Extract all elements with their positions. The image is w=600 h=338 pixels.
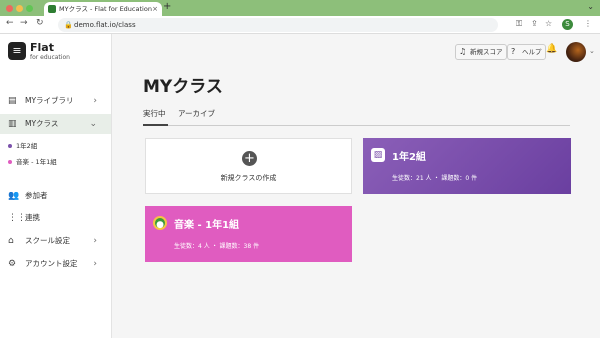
tab-divider	[143, 125, 570, 126]
class-stats: 生徒数：21 人 ・ 課題数：0 件	[392, 175, 478, 182]
help-button[interactable]: ? ヘルプ	[507, 44, 546, 60]
browser-tabstrip: MYクラス - Flat for Education × + ⌄	[0, 0, 600, 16]
browser-menu-icon[interactable]: ⋮	[584, 19, 592, 28]
class-avatar-icon: ▨	[371, 148, 385, 162]
forward-button[interactable]: →	[20, 18, 28, 28]
back-button[interactable]: ←	[6, 18, 14, 28]
bell-icon[interactable]: 🔔	[546, 44, 557, 54]
bookmark-star-icon[interactable]: ☆	[545, 19, 552, 28]
chevron-right-icon: ›	[93, 96, 97, 106]
brand-name[interactable]: Flat	[30, 41, 54, 54]
key-icon[interactable]: ⚿	[516, 19, 522, 29]
new-class-label: 新規クラスの作成	[220, 174, 277, 182]
chevron-down-icon: ⌄	[89, 119, 97, 129]
sidebar-item-label: スクール設定	[25, 236, 70, 245]
subitem-label: 1年2組	[16, 142, 38, 150]
help-label: ヘルプ	[522, 48, 542, 56]
chevron-right-icon: ›	[93, 236, 97, 246]
class-avatar-icon: ●	[153, 216, 167, 230]
page-title: MYクラス	[143, 77, 223, 97]
new-score-button[interactable]: ♫ 新規スコア	[455, 44, 507, 60]
tab-title: MYクラス - Flat for Education	[59, 5, 152, 13]
close-window-button[interactable]	[6, 5, 13, 12]
brand-subtitle: for education	[30, 54, 70, 61]
browser-tab[interactable]: MYクラス - Flat for Education ×	[44, 2, 162, 16]
gear-icon: ⚙	[8, 259, 17, 269]
sidebar-subitem-class-1[interactable]: 1年2組	[8, 140, 37, 150]
minimize-window-button[interactable]	[16, 5, 23, 12]
class-card-music-1-1[interactable]: ● 音楽 - 1年1組 生徒数：4 人 ・ 課題数：38 件	[145, 206, 352, 262]
tab-archive[interactable]: アーカイブ	[178, 108, 215, 119]
class-name: 音楽 - 1年1組	[174, 220, 240, 231]
chevron-down-icon[interactable]: ⌄	[589, 47, 595, 55]
lock-icon: 🔒	[64, 21, 73, 29]
sidebar-item-participants[interactable]: 👥 参加者	[0, 186, 111, 206]
class-color-dot	[8, 144, 12, 148]
help-icon: ?	[511, 47, 516, 56]
sidebar-item-my-library[interactable]: ▤ MYライブラリ ›	[0, 91, 111, 111]
flat-favicon-icon	[48, 5, 56, 13]
sidebar-item-integrations[interactable]: ⋮⋮ 連携	[0, 208, 111, 228]
integrations-icon: ⋮⋮	[8, 213, 26, 223]
sidebar: ≡ Flat for education ▤ MYライブラリ › ▥ MYクラス…	[0, 34, 112, 338]
add-icon: +	[242, 151, 257, 166]
avatar[interactable]	[566, 42, 586, 62]
browser-toolbar: ← → ↻ 🔒 demo.flat.io/class ⚿ ⇪ ☆ S ⋮	[0, 16, 600, 34]
sidebar-item-label: MYクラス	[25, 119, 59, 128]
tab-active[interactable]: 実行中	[143, 108, 166, 119]
new-class-card[interactable]: + 新規クラスの作成	[145, 138, 352, 194]
music-note-icon: ♫	[459, 47, 467, 56]
class-stats: 生徒数：4 人 ・ 課題数：38 件	[174, 243, 260, 250]
new-tab-button[interactable]: +	[163, 1, 171, 12]
sidebar-item-label: アカウント設定	[25, 259, 78, 268]
sidebar-item-school-settings[interactable]: ⌂ スクール設定 ›	[0, 231, 111, 251]
library-icon: ▤	[8, 96, 17, 106]
maximize-window-button[interactable]	[26, 5, 33, 12]
active-tab-indicator	[143, 124, 168, 126]
sidebar-subitem-class-2[interactable]: 音楽 - 1年1組	[8, 156, 57, 166]
tab-search-chevron-icon[interactable]: ⌄	[587, 2, 594, 11]
sidebar-item-account-settings[interactable]: ⚙ アカウント設定 ›	[0, 254, 111, 274]
sidebar-item-my-classes[interactable]: ▥ MYクラス ⌄	[0, 114, 111, 134]
browser-profile-avatar[interactable]: S	[562, 19, 573, 30]
address-bar[interactable]: 🔒 demo.flat.io/class	[58, 18, 498, 32]
sidebar-item-label: MYライブラリ	[25, 96, 74, 105]
flat-logo-icon[interactable]: ≡	[8, 42, 26, 60]
school-icon: ⌂	[8, 236, 14, 246]
class-card-1-2[interactable]: ▨ 1年2組 生徒数：21 人 ・ 課題数：0 件	[363, 138, 571, 194]
class-icon: ▥	[8, 119, 17, 129]
chevron-right-icon: ›	[93, 259, 97, 269]
subitem-label: 音楽 - 1年1組	[16, 158, 57, 166]
new-score-label: 新規スコア	[470, 48, 503, 56]
url-text: demo.flat.io/class	[74, 21, 136, 29]
class-color-dot	[8, 160, 12, 164]
share-icon[interactable]: ⇪	[531, 19, 538, 28]
sidebar-item-label: 参加者	[25, 191, 48, 200]
sidebar-item-label: 連携	[25, 213, 40, 222]
tab-close-icon[interactable]: ×	[152, 2, 158, 16]
reload-button[interactable]: ↻	[36, 18, 44, 28]
class-name: 1年2組	[392, 152, 426, 163]
people-icon: 👥	[8, 191, 20, 201]
